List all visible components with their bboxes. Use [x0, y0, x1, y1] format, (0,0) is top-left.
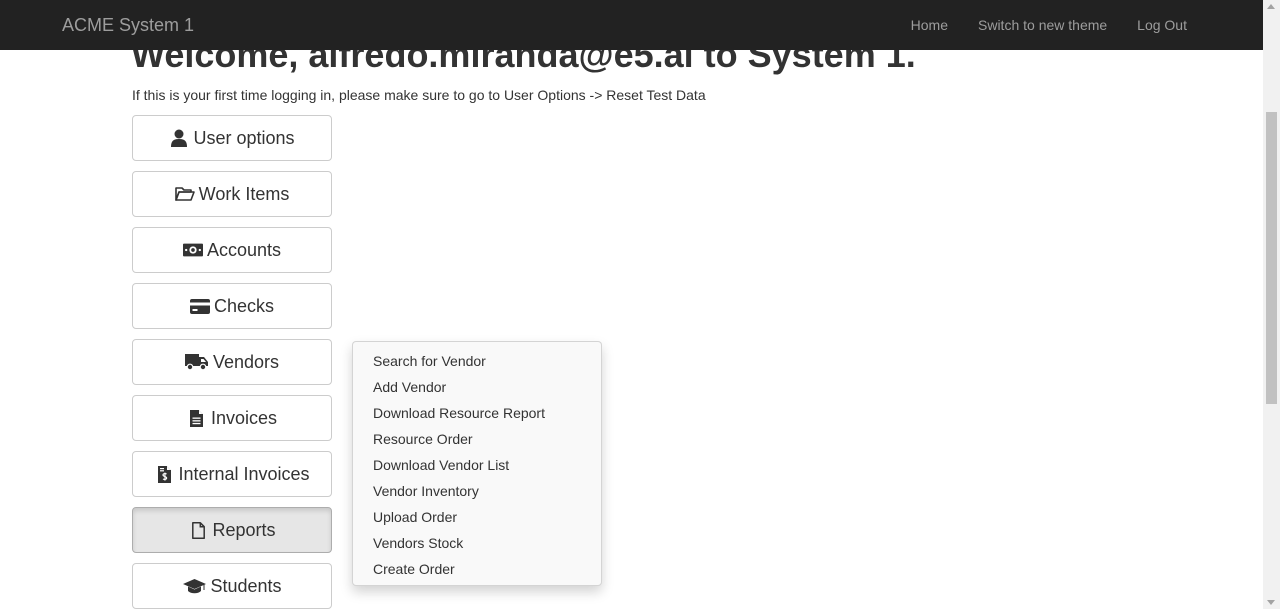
vertical-scrollbar[interactable] [1263, 0, 1280, 609]
internal-invoices-button[interactable]: Internal Invoices [132, 451, 332, 497]
nav-switch-theme-link[interactable]: Switch to new theme [963, 0, 1122, 50]
students-label: Students [210, 575, 282, 596]
scroll-down-arrow-icon[interactable] [1267, 600, 1275, 605]
scroll-up-arrow-icon[interactable] [1267, 4, 1275, 9]
credit-card-icon [189, 296, 210, 316]
first-login-notice: If this is your first time logging in, p… [132, 87, 706, 103]
create-order-item[interactable]: Create Order [353, 556, 601, 582]
work-items-label: Work Items [198, 183, 290, 204]
resource-order-item[interactable]: Resource Order [353, 426, 601, 452]
file-text-icon [187, 408, 207, 428]
add-vendor-item[interactable]: Add Vendor [353, 374, 601, 400]
vendor-inventory-item[interactable]: Vendor Inventory [353, 478, 601, 504]
reports-label: Reports [212, 519, 276, 540]
search-for-vendor-item[interactable]: Search for Vendor [353, 348, 601, 374]
main-menu: User options Work Items Accounts Checks … [132, 115, 332, 609]
graduation-cap-icon [182, 576, 206, 596]
vendors-dropdown-menu: Search for Vendor Add Vendor Download Re… [352, 341, 602, 586]
user-options-label: User options [193, 127, 295, 148]
brand-link[interactable]: ACME System 1 [62, 14, 194, 36]
user-icon [169, 128, 189, 148]
nav-home-link[interactable]: Home [896, 0, 963, 50]
download-vendor-list-item[interactable]: Download Vendor List [353, 452, 601, 478]
work-items-button[interactable]: Work Items [132, 171, 332, 217]
file-icon [188, 520, 208, 540]
scrollbar-thumb[interactable] [1266, 112, 1277, 404]
truck-icon [185, 352, 209, 372]
folder-open-icon [174, 184, 195, 204]
user-options-button[interactable]: User options [132, 115, 332, 161]
reports-button[interactable]: Reports [132, 507, 332, 553]
download-resource-report-item[interactable]: Download Resource Report [353, 400, 601, 426]
internal-invoices-label: Internal Invoices [178, 463, 310, 484]
vendors-label: Vendors [212, 351, 280, 372]
file-invoice-dollar-icon [154, 464, 174, 484]
top-navbar: ACME System 1 Home Switch to new theme L… [0, 0, 1263, 50]
checks-label: Checks [213, 295, 275, 316]
vendors-stock-item[interactable]: Vendors Stock [353, 530, 601, 556]
vendors-button[interactable]: Vendors [132, 339, 332, 385]
accounts-label: Accounts [206, 239, 282, 260]
invoices-button[interactable]: Invoices [132, 395, 332, 441]
money-icon [182, 240, 203, 260]
upload-order-item[interactable]: Upload Order [353, 504, 601, 530]
nav-logout-link[interactable]: Log Out [1122, 0, 1202, 50]
nav-links: Home Switch to new theme Log Out [896, 0, 1202, 50]
invoices-label: Invoices [210, 407, 278, 428]
checks-button[interactable]: Checks [132, 283, 332, 329]
accounts-button[interactable]: Accounts [132, 227, 332, 273]
students-button[interactable]: Students [132, 563, 332, 609]
